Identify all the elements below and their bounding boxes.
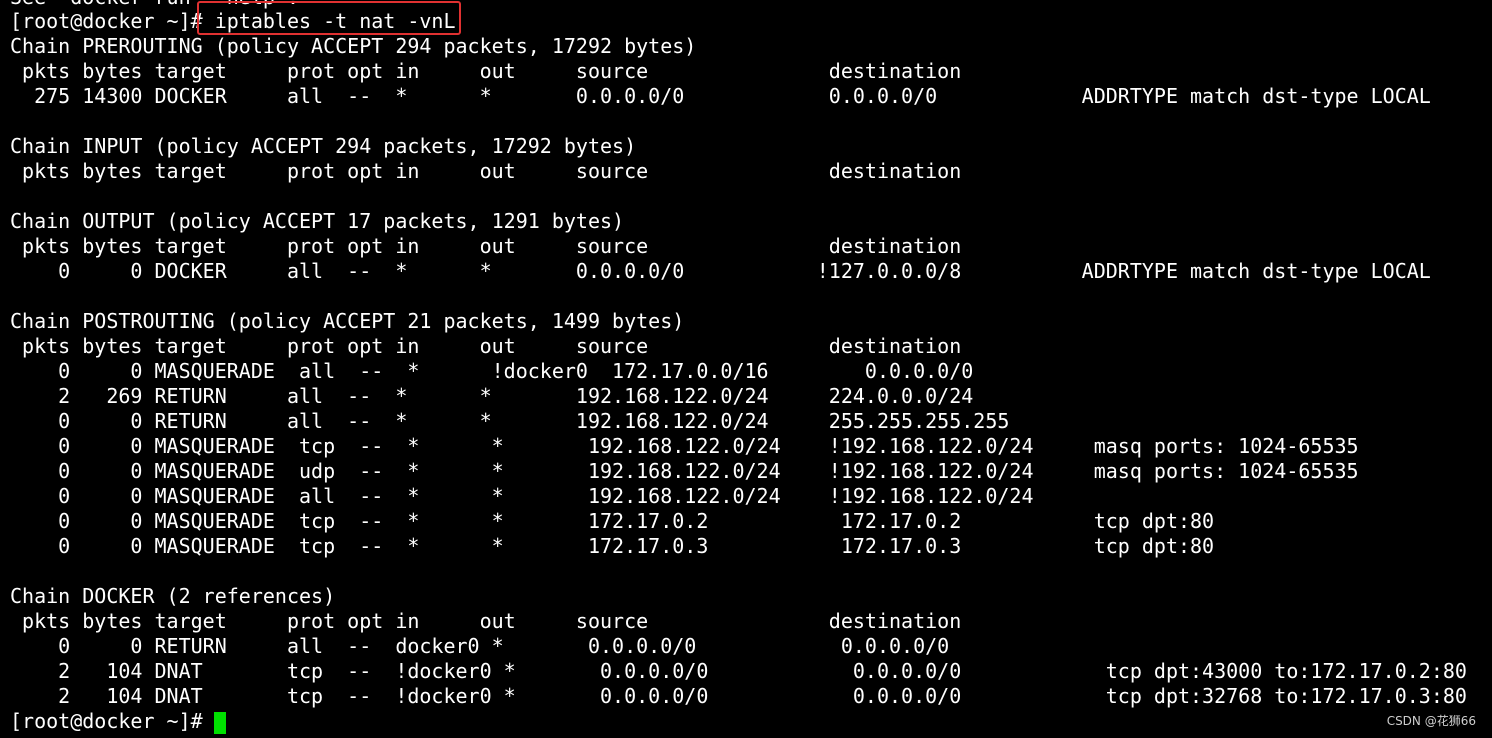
command-highlight-box [197,1,461,35]
terminal-line: Chain POSTROUTING (policy ACCEPT 21 pack… [10,309,685,333]
terminal-line: 0 0 DOCKER all -- * * 0.0.0.0/0 !127.0.0… [10,259,1431,283]
terminal-line: Chain PREROUTING (policy ACCEPT 294 pack… [10,34,697,58]
terminal-line: 2 104 DNAT tcp -- !docker0 * 0.0.0.0/0 0… [10,659,1467,683]
watermark: CSDN @花狮66 [1386,714,1476,728]
terminal-line: 2 104 DNAT tcp -- !docker0 * 0.0.0.0/0 0… [10,684,1467,708]
terminal-line: 0 0 RETURN all -- * * 192.168.122.0/24 2… [10,409,1010,433]
terminal-line: 0 0 RETURN all -- docker0 * 0.0.0.0/0 0.… [10,634,950,658]
terminal-line: pkts bytes target prot opt in out source… [10,334,962,358]
terminal-line: 0 0 MASQUERADE all -- * * 192.168.122.0/… [10,484,1034,508]
terminal-line: 0 0 MASQUERADE tcp -- * * 192.168.122.0/… [10,434,1359,458]
terminal-line: 0 0 MASQUERADE all -- * !docker0 172.17.… [10,359,974,383]
terminal-line: Chain OUTPUT (policy ACCEPT 17 packets, … [10,209,625,233]
terminal-line: 0 0 MASQUERADE tcp -- * * 172.17.0.2 172… [10,509,1215,533]
terminal-line: 275 14300 DOCKER all -- * * 0.0.0.0/0 0.… [10,84,1431,108]
terminal-line: Chain DOCKER (2 references) [10,584,336,608]
terminal-line: pkts bytes target prot opt in out source… [10,609,962,633]
terminal-line: pkts bytes target prot opt in out source… [10,59,962,83]
terminal-line: 0 0 MASQUERADE udp -- * * 192.168.122.0/… [10,459,1359,483]
terminal-line: pkts bytes target prot opt in out source… [10,234,962,258]
terminal-line: 2 269 RETURN all -- * * 192.168.122.0/24… [10,384,974,408]
terminal-line: pkts bytes target prot opt in out source… [10,159,962,183]
terminal-line: 0 0 MASQUERADE tcp -- * * 172.17.0.3 172… [10,534,1215,558]
terminal-line: Chain INPUT (policy ACCEPT 294 packets, … [10,134,637,158]
terminal-window[interactable]: See 'docker run --help'. [root@docker ~]… [0,0,1492,738]
terminal-cursor[interactable] [214,712,226,734]
terminal-prompt: [root@docker ~]# [10,709,215,733]
